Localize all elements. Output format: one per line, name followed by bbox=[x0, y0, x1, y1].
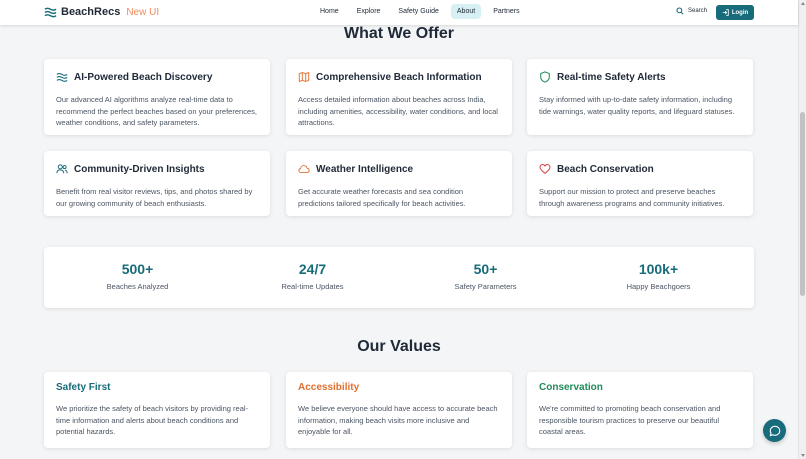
offer-card-weather-intelligence: Weather Intelligence Get accurate weathe… bbox=[286, 151, 512, 216]
value-card-title: Safety First bbox=[56, 382, 111, 393]
offer-card-safety-alerts: Real-time Safety Alerts Stay informed wi… bbox=[527, 59, 753, 135]
offer-card-beach-information: Comprehensive Beach Information Access d… bbox=[286, 59, 512, 135]
stat-label: Happy Beachgoers bbox=[626, 282, 691, 291]
map-icon bbox=[298, 72, 310, 82]
offer-card-title: Weather Intelligence bbox=[316, 163, 414, 175]
waves-icon bbox=[56, 73, 68, 82]
users-icon bbox=[56, 164, 68, 174]
value-card-desc: We prioritize the safety of beach visito… bbox=[56, 404, 249, 436]
scroll-down-arrow-icon[interactable] bbox=[801, 454, 805, 457]
top-navbar: BeachRecs New UI Home Explore Safety Gui… bbox=[0, 0, 798, 25]
scrollbar-thumb[interactable] bbox=[800, 112, 805, 296]
stat-beaches-analyzed: 500+ Beaches Analyzed bbox=[49, 261, 226, 291]
value-card-title: Accessibility bbox=[298, 382, 360, 393]
nav-link-safety-guide[interactable]: Safety Guide bbox=[392, 4, 444, 19]
stat-safety-parameters: 50+ Safety Parameters bbox=[397, 261, 574, 291]
offer-card-ai-discovery: AI-Powered Beach Discovery Our advanced … bbox=[44, 59, 270, 135]
offer-card-desc: Access detailed information about beache… bbox=[298, 95, 498, 127]
offer-card-title: Real-time Safety Alerts bbox=[557, 71, 666, 83]
offer-card-desc: Support our mission to protect and prese… bbox=[539, 187, 725, 208]
search-button[interactable]: Search bbox=[676, 7, 707, 15]
offer-card-title: Comprehensive Beach Information bbox=[316, 71, 482, 83]
offer-card-desc: Stay informed with up-to-date safety inf… bbox=[539, 95, 735, 116]
offer-card-beach-conservation: Beach Conservation Support our mission t… bbox=[527, 151, 753, 216]
value-card-accessibility: Accessibility We believe everyone should… bbox=[286, 372, 512, 448]
page-scrollbar[interactable] bbox=[798, 0, 806, 459]
offer-card-desc: Benefit from real visitor reviews, tips,… bbox=[56, 187, 253, 208]
values-section-title: Our Values bbox=[357, 338, 441, 355]
offer-card-title: AI-Powered Beach Discovery bbox=[74, 71, 213, 83]
scroll-up-arrow-icon[interactable] bbox=[801, 2, 805, 5]
nav-link-partners[interactable]: Partners bbox=[487, 4, 525, 19]
cloud-icon bbox=[298, 165, 310, 173]
offer-card-desc: Our advanced AI algorithms analyze real-… bbox=[56, 95, 257, 127]
value-card-safety-first: Safety First We prioritize the safety of… bbox=[44, 372, 270, 448]
nav-link-home[interactable]: Home bbox=[314, 4, 345, 19]
chat-bubble-icon bbox=[769, 425, 780, 436]
offer-card-title: Beach Conservation bbox=[557, 163, 654, 175]
stat-happy-beachgoers: 100k+ Happy Beachgoers bbox=[570, 261, 747, 291]
offer-card-desc: Get accurate weather forecasts and sea c… bbox=[298, 187, 466, 208]
brand-logo[interactable]: BeachRecs New UI bbox=[44, 5, 159, 19]
search-icon bbox=[676, 7, 684, 15]
value-card-desc: We're committed to promoting beach conse… bbox=[539, 404, 721, 436]
login-icon bbox=[722, 9, 729, 16]
shield-icon bbox=[540, 71, 550, 83]
waves-icon bbox=[44, 7, 57, 18]
stat-value: 24/7 bbox=[298, 261, 327, 277]
value-card-title: Conservation bbox=[539, 382, 603, 393]
login-label: Login bbox=[731, 9, 749, 16]
brand-name: BeachRecs bbox=[61, 6, 121, 18]
stat-label: Safety Parameters bbox=[454, 282, 517, 291]
offer-card-community-insights: Community-Driven Insights Benefit from r… bbox=[44, 151, 270, 216]
brand-tag: New UI bbox=[126, 6, 160, 18]
stat-value: 50+ bbox=[473, 261, 498, 277]
search-label: Search bbox=[688, 8, 708, 14]
stat-value: 500+ bbox=[121, 261, 154, 277]
value-card-conservation: Conservation We're committed to promotin… bbox=[527, 372, 753, 448]
stat-value: 100k+ bbox=[638, 261, 679, 277]
offer-card-title: Community-Driven Insights bbox=[74, 163, 205, 175]
chat-button[interactable] bbox=[763, 419, 786, 442]
stat-label: Beaches Analyzed bbox=[106, 282, 169, 291]
stats-panel: 500+ Beaches Analyzed 24/7 Real-time Upd… bbox=[44, 247, 754, 308]
value-card-desc: We believe everyone should have access t… bbox=[298, 404, 498, 436]
login-button[interactable]: Login bbox=[716, 5, 754, 20]
nav-links: Home Explore Safety Guide About Partners bbox=[314, 4, 526, 19]
stat-label: Real-time Updates bbox=[281, 282, 344, 291]
nav-link-about[interactable]: About bbox=[450, 4, 482, 19]
nav-link-explore[interactable]: Explore bbox=[351, 4, 387, 19]
stat-realtime-updates: 24/7 Real-time Updates bbox=[224, 261, 401, 291]
offer-section-title: What We Offer bbox=[344, 25, 454, 42]
heart-icon bbox=[539, 164, 551, 174]
